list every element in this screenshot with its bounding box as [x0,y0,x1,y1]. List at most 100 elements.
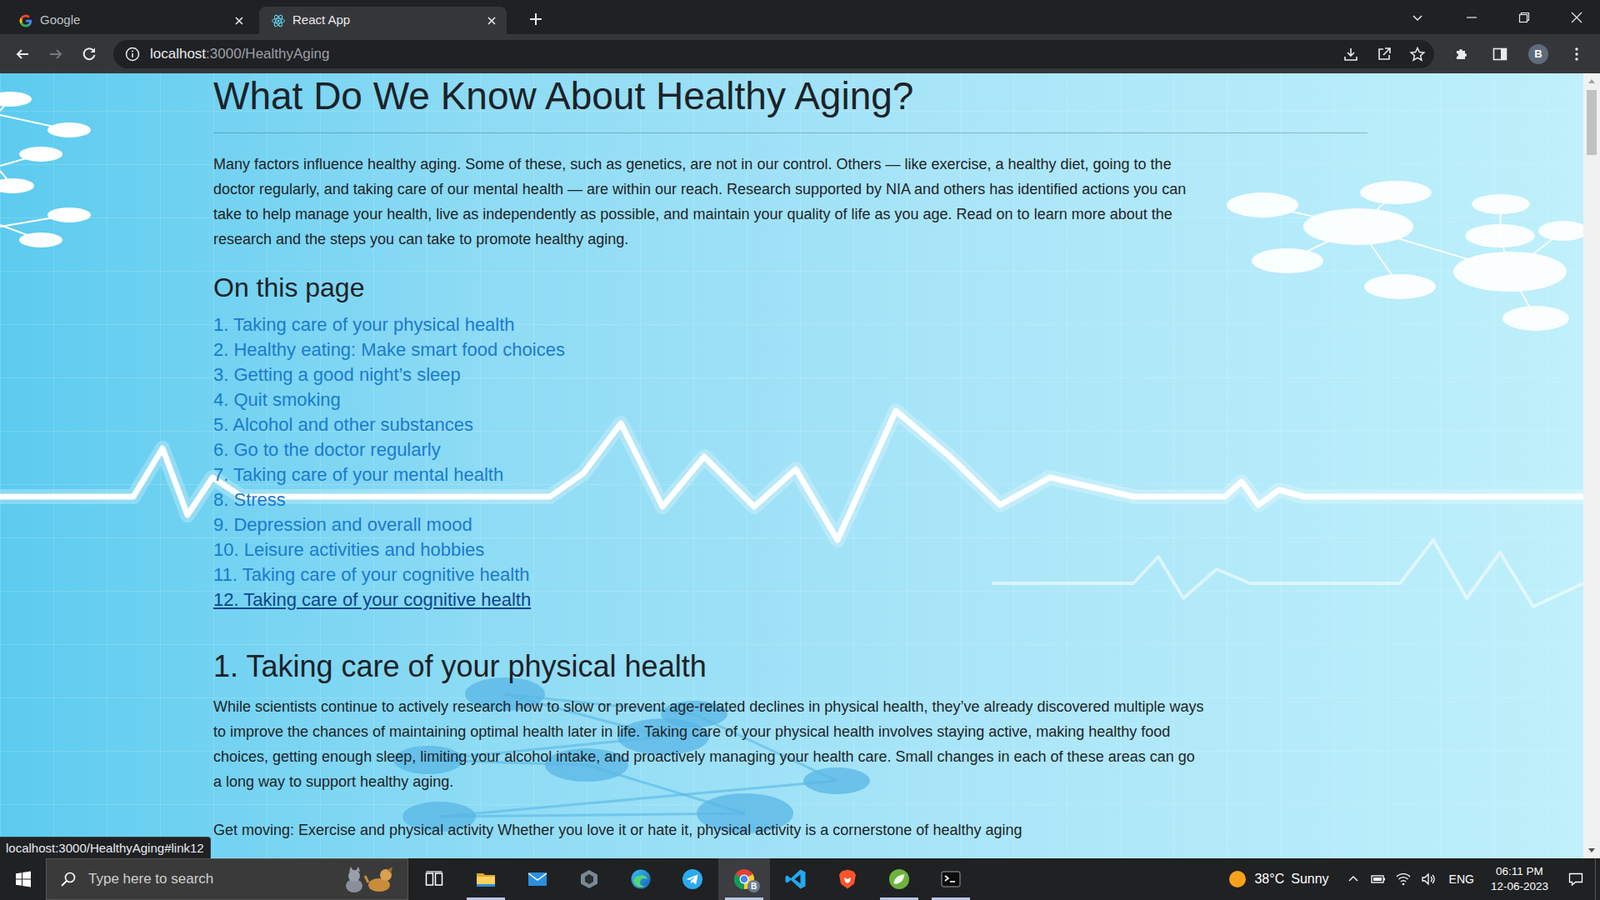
taskbar-app[interactable] [666,858,719,900]
toc-link[interactable]: 10. Leisure activities and hobbies [213,537,1584,563]
toc-link[interactable]: 6. Go to the doctor regularly [213,437,1584,463]
windows-start-icon[interactable] [0,858,46,900]
toc-link[interactable]: 1. Taking care of your physical health [213,312,1584,338]
toc-link[interactable]: 12. Taking care of your cognitive health [213,587,1584,613]
tab-search-icon[interactable] [1401,0,1434,35]
forward-icon[interactable] [41,40,70,69]
toc-link[interactable]: 9. Depression and overall mood [213,512,1584,538]
new-tab-icon[interactable] [523,6,549,32]
profile-badge: B [747,880,760,893]
next-paragraph: Get moving: Exercise and physical activi… [213,817,1584,843]
toc-link[interactable]: 3. Getting a good night’s sleep [213,362,1584,388]
browser-tab[interactable]: Google [6,6,255,35]
toc-link[interactable]: 8. Stress [213,487,1584,513]
close-window-icon[interactable] [1552,0,1600,35]
site-info-icon[interactable] [118,40,147,69]
scroll-down-icon[interactable] [1583,843,1600,859]
toc-link[interactable]: 4. Quit smoking [213,387,1584,413]
show-desktop-button[interactable] [1595,858,1600,900]
edge-icon [629,867,653,891]
clock[interactable]: 06:11 PM12-06-2023 [1482,864,1557,895]
volume-icon[interactable] [1415,858,1441,900]
address-text[interactable]: localhost:3000/HealthyAging [150,43,1335,65]
taskbar-app[interactable] [925,858,977,900]
toc-heading: On this page [213,271,1584,304]
profile-button[interactable]: B [1521,40,1555,69]
web-page: What Do We Know About Healthy Aging?Many… [0,73,1584,859]
section-heading: 1. Taking care of your physical health [213,648,1584,685]
search-placeholder: Type here to search [88,868,326,890]
address-bar[interactable]: localhost:3000/HealthyAging [113,40,1435,69]
section-paragraph: While scientists continue to actively re… [213,694,1205,795]
toc-link[interactable]: 11. Taking care of your cognitive health [213,562,1584,588]
restore-icon[interactable] [1500,0,1548,35]
title-divider [213,132,1368,134]
taskbar-app[interactable] [873,858,925,900]
reload-icon[interactable] [75,40,104,69]
toc-list: 1. Taking care of your physical health2.… [213,312,1584,613]
page-scrollbar[interactable] [1583,73,1600,859]
scroll-up-icon[interactable] [1583,73,1600,89]
back-icon[interactable] [8,40,37,69]
menu-icon[interactable] [1560,40,1594,69]
link-status-bubble: localhost:3000/HealthyAging#link12 [0,836,211,859]
terminal-icon [939,867,963,891]
close-icon[interactable] [232,14,246,28]
tab-title: React App [292,10,479,30]
notification-icon[interactable] [1556,858,1595,900]
taskbar-app[interactable] [563,858,615,900]
input-language[interactable]: ENG [1440,870,1483,889]
tab-title: Google [40,10,226,30]
weather-condition: Sunny [1290,869,1329,890]
react-icon [270,13,286,29]
taskbar-app[interactable] [770,858,822,900]
taskbar-app[interactable] [460,858,512,900]
tab-strip: Google React App [0,0,1600,35]
side-panel-icon[interactable] [1483,40,1517,69]
search-highlight-doodle-icon[interactable] [337,862,400,896]
running-indicator [466,897,505,900]
taskbar-app[interactable] [511,858,564,900]
taskbar-app[interactable] [408,858,460,900]
close-icon[interactable] [485,14,499,28]
browser-toolbar: localhost:3000/HealthyAging B [0,34,1600,74]
taskbar-app[interactable] [615,858,667,900]
bookmark-star-icon[interactable] [1400,40,1435,69]
profile-avatar: B [1528,44,1549,65]
intro-paragraph: Many factors influence healthy aging. So… [213,151,1205,252]
hexagon-icon [577,867,601,891]
show-hidden-icons-icon[interactable] [1340,858,1366,900]
spring-icon [887,867,911,891]
address-path: :3000/HealthyAging [205,43,330,65]
toc-link[interactable]: 5. Alcohol and other substances [213,412,1584,438]
browser-tab[interactable]: React App [259,6,507,35]
extensions-icon[interactable] [1445,40,1479,69]
taskbar-search[interactable]: Type here to search [45,858,409,900]
taskbar-app[interactable]: B [718,858,770,900]
clock-time: 06:11 PM [1490,864,1549,880]
install-icon[interactable] [1334,40,1368,69]
mail-icon [525,867,550,891]
battery-icon[interactable] [1365,858,1391,900]
running-indicator [931,897,970,900]
scrollbar-thumb[interactable] [1586,90,1597,155]
search-icon [60,870,77,888]
wifi-icon[interactable] [1390,858,1416,900]
taskbar-app[interactable] [821,858,874,900]
vscode-icon [784,867,808,891]
address-host: localhost [150,43,206,65]
page-content: What Do We Know About Healthy Aging?Many… [0,73,1584,843]
weather-widget[interactable]: 38°CSunny [1227,869,1340,890]
share-icon[interactable] [1367,40,1401,69]
running-indicator [880,897,919,900]
toc-link[interactable]: 2. Healthy eating: Make smart food choic… [213,337,1584,363]
weather-temperature: 38°C [1254,869,1285,890]
minimize-icon[interactable] [1447,0,1495,35]
toc-link[interactable]: 7. Taking care of your mental health [213,462,1584,488]
